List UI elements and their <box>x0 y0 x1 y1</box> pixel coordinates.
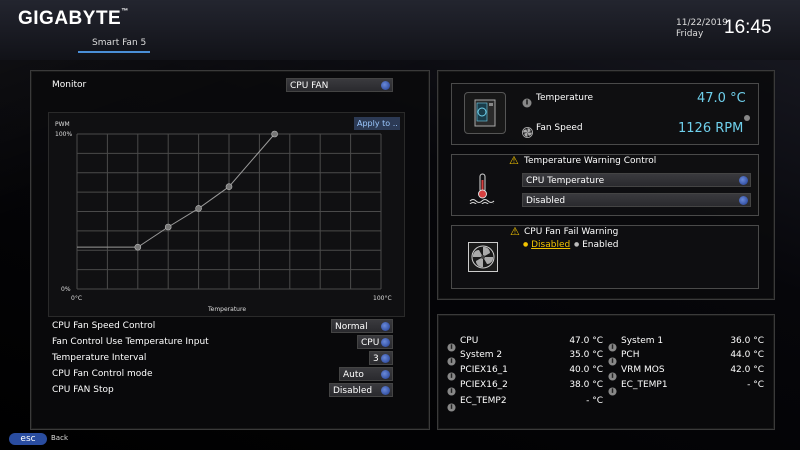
sensor-label: CPU <box>460 336 479 346</box>
fan-curve-point[interactable] <box>195 205 202 212</box>
thermometer-icon <box>447 337 457 352</box>
thermometer-icon <box>608 337 618 352</box>
fan-speed-value: 1126 RPM <box>678 121 744 136</box>
fan-curve-point[interactable] <box>271 130 278 138</box>
thermometer-icon <box>608 351 618 366</box>
fan-speed-icon <box>522 123 533 138</box>
thermometer-icon <box>608 366 618 381</box>
warning-icon: ⚠ <box>509 154 519 167</box>
fan-curve-point[interactable] <box>164 223 172 231</box>
sensor-label: System 1 <box>621 336 664 346</box>
status-dot-icon <box>744 115 750 121</box>
sensor-value: - °C <box>586 396 603 406</box>
thermometer-icon <box>447 381 457 396</box>
setting-value: Normal <box>335 322 368 332</box>
option-disabled-label: Disabled <box>531 240 571 250</box>
sensor-value: 38.0 °C <box>569 380 603 390</box>
back-label: Back <box>51 434 68 442</box>
sensor-value: - °C <box>747 380 764 390</box>
setting-select[interactable]: CPU <box>357 335 393 349</box>
fan-speed-label: Fan Speed <box>536 123 583 133</box>
sensor-label: EC_TEMP1 <box>621 380 668 390</box>
temperature-label: Temperature <box>536 93 594 103</box>
radio-selected-icon: ● <box>523 241 529 248</box>
setting-select[interactable]: 3 <box>369 351 393 365</box>
temp-warning-title: Temperature Warning Control <box>524 156 657 166</box>
sensor-value: 36.0 °C <box>730 336 764 346</box>
thermometer-icon <box>447 366 457 381</box>
thermometer-icon <box>608 381 618 396</box>
esc-button[interactable]: esc <box>9 433 47 445</box>
setting-select[interactable]: Disabled <box>329 383 393 397</box>
setting-label: Fan Control Use Temperature Input <box>52 337 209 347</box>
section-tab-indicator <box>78 51 150 53</box>
thermometer-icon <box>447 397 457 412</box>
x-tick-label-max: 100°C <box>373 295 392 302</box>
x-axis-title: Temperature <box>207 306 246 313</box>
temperature-value: 47.0 °C <box>697 91 746 106</box>
sensor-label: EC_TEMP2 <box>460 396 507 406</box>
dropdown-icon <box>381 338 390 347</box>
setting-label: CPU FAN Stop <box>52 385 114 395</box>
dropdown-icon <box>739 176 748 185</box>
thermometer-icon <box>522 93 532 108</box>
fan-curve-chart[interactable]: PWM 100% 0% 0°C 100°C Temperature <box>48 112 403 315</box>
sensor-label: PCIEX16_2 <box>460 380 508 390</box>
sensor-value: 42.0 °C <box>730 365 764 375</box>
y-axis-title: PWM <box>55 121 70 128</box>
setting-value: Disabled <box>333 386 373 396</box>
sensor-label: PCH <box>621 350 640 360</box>
setting-value: CPU <box>361 338 380 348</box>
x-tick-label-min: 0°C <box>71 295 82 302</box>
monitor-select-value: CPU FAN <box>290 81 329 91</box>
sensor-value: 40.0 °C <box>569 365 603 375</box>
fail-warning-option-disabled[interactable]: ● Disabled <box>523 240 570 250</box>
gigabyte-logo: GIGABYTE™ <box>18 8 129 29</box>
setting-select[interactable]: Normal <box>331 319 393 333</box>
chart-grid <box>76 133 382 290</box>
heat-thermometer-icon <box>468 172 498 208</box>
setting-select[interactable]: Auto <box>339 367 393 381</box>
sensor-value: 35.0 °C <box>569 350 603 360</box>
setting-label: CPU Fan Speed Control <box>52 321 156 331</box>
setting-label: Temperature Interval <box>52 353 147 363</box>
setting-value: 3 <box>373 354 379 364</box>
dropdown-icon <box>381 354 390 363</box>
temp-warning-state-select[interactable]: Disabled <box>522 193 751 207</box>
dropdown-icon <box>381 386 390 395</box>
sensor-label: VRM MOS <box>621 365 665 375</box>
fan-curve-point[interactable] <box>225 183 233 190</box>
date-display: 11/22/2019 <box>676 18 728 28</box>
dropdown-icon <box>381 322 390 331</box>
temp-warning-source-value: CPU Temperature <box>526 176 605 186</box>
fan-curve-line <box>77 133 275 248</box>
clock-display: 16:45 <box>724 17 772 38</box>
pc-case-icon <box>464 92 506 134</box>
temp-warning-state-value: Disabled <box>526 196 566 206</box>
y-tick-label-min: 0% <box>61 286 71 293</box>
temp-warning-source-select[interactable]: CPU Temperature <box>522 173 751 187</box>
setting-value: Auto <box>343 370 364 380</box>
fail-warning-option-enabled[interactable]: ● Enabled <box>574 240 619 250</box>
dropdown-icon <box>381 81 390 90</box>
day-display: Friday <box>676 29 704 39</box>
thermometer-icon <box>447 351 457 366</box>
setting-label: CPU Fan Control mode <box>52 369 153 379</box>
dropdown-icon <box>381 370 390 379</box>
sensor-label: System 2 <box>460 350 503 360</box>
option-enabled-label: Enabled <box>582 240 619 250</box>
section-title[interactable]: Smart Fan 5 <box>92 38 146 48</box>
monitor-label: Monitor <box>52 80 87 90</box>
fan-fail-warning-title: CPU Fan Fail Warning <box>524 227 619 237</box>
sensor-label: PCIEX16_1 <box>460 365 508 375</box>
warning-icon: ⚠ <box>510 225 520 238</box>
sensor-value: 47.0 °C <box>569 336 603 346</box>
dropdown-icon <box>739 196 748 205</box>
monitor-select[interactable]: CPU FAN <box>286 78 393 92</box>
radio-unselected-icon: ● <box>574 241 580 248</box>
fan-curve-point[interactable] <box>134 243 142 251</box>
fan-icon <box>468 242 498 272</box>
y-tick-label-max: 100% <box>55 131 72 138</box>
sensor-value: 44.0 °C <box>730 350 764 360</box>
